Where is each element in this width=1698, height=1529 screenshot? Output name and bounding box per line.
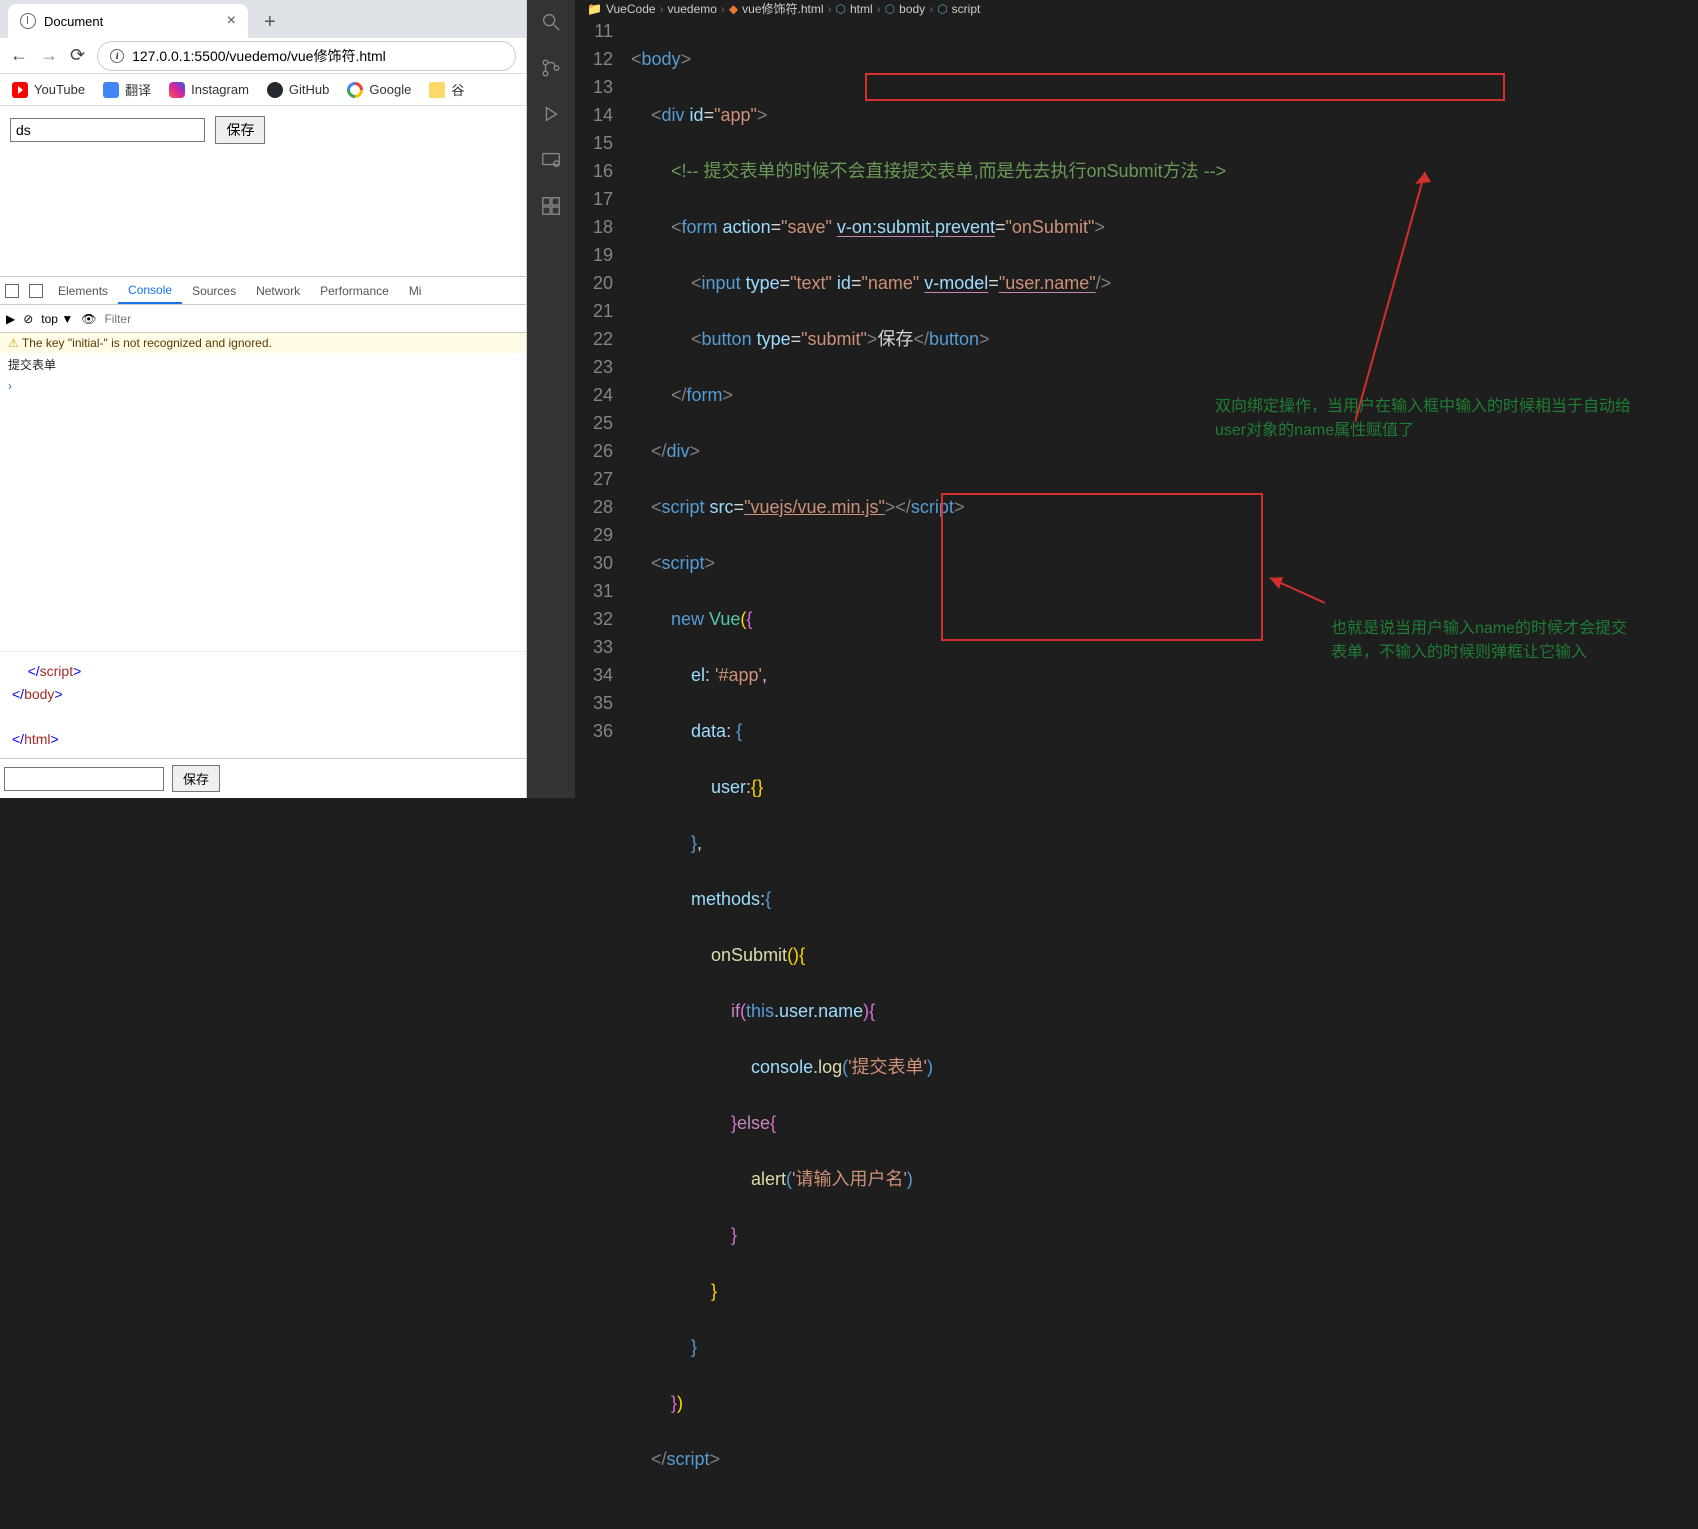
devtools-tabs: Elements Console Sources Network Perform… [0, 277, 526, 305]
bottom-save-button[interactable]: 保存 [172, 765, 220, 792]
source-control-icon[interactable] [539, 56, 563, 80]
bottom-input[interactable] [4, 767, 164, 791]
page-content: 保存 [0, 106, 526, 276]
filter-input[interactable] [104, 312, 520, 326]
reload-button[interactable]: ⟳ [70, 45, 85, 66]
bookmark-label: 谷 [451, 80, 464, 99]
console-log-line: 提交表单 [0, 353, 526, 376]
youtube-icon [12, 82, 28, 98]
bc-item[interactable]: script [952, 2, 981, 16]
forward-button[interactable]: → [40, 45, 58, 66]
play-icon[interactable]: ▶ [6, 312, 15, 326]
annotation-text-2: 也就是说当用户输入name的时候才会提交表单，不输入的时候则弹框让它输入 [1331, 617, 1631, 665]
tag-name: html [24, 731, 50, 747]
url-field[interactable]: i 127.0.0.1:5500/vuedemo/vue修饰符.html [97, 41, 516, 71]
bookmark-label: YouTube [34, 82, 85, 97]
devtools-panel: Elements Console Sources Network Perform… [0, 276, 526, 798]
tag-close: > [73, 663, 81, 679]
tag-name: body [24, 686, 54, 702]
activity-bar [527, 0, 575, 798]
bc-item[interactable]: vue修饰符.html [742, 0, 823, 17]
inspect-icon[interactable] [5, 284, 19, 298]
bookmark-google[interactable]: Google [347, 82, 411, 98]
bookmark-instagram[interactable]: Instagram [169, 82, 249, 98]
bottom-form: 保存 [0, 758, 526, 798]
tab-console[interactable]: Console [118, 277, 182, 304]
bc-item[interactable]: VueCode [606, 2, 656, 16]
tag-close: > [54, 686, 62, 702]
close-icon[interactable]: × [227, 12, 236, 30]
console-output: The key "initial-" is not recognized and… [0, 333, 526, 396]
google-icon [347, 82, 363, 98]
tag-open: </ [12, 731, 24, 747]
line-gutter: 1112131415161718192021222324252627282930… [575, 17, 631, 1529]
bookmark-youtube[interactable]: YouTube [12, 82, 85, 98]
back-button[interactable]: ← [10, 45, 28, 66]
instagram-icon [169, 82, 185, 98]
browser-tab[interactable]: Document × [8, 4, 248, 38]
url-text: 127.0.0.1:5500/vuedemo/vue修饰符.html [132, 46, 386, 66]
clear-icon[interactable]: ⊘ [23, 312, 33, 326]
info-icon[interactable]: i [110, 49, 124, 63]
translate-icon [103, 82, 119, 98]
extensions-icon[interactable] [539, 194, 563, 218]
bc-item[interactable]: vuedemo [668, 2, 717, 16]
new-tab-button[interactable]: + [256, 7, 284, 38]
bookmark-label: Instagram [191, 82, 249, 97]
save-button[interactable]: 保存 [215, 116, 265, 144]
address-bar: ← → ⟳ i 127.0.0.1:5500/vuedemo/vue修饰符.ht… [0, 38, 526, 74]
bookmark-github[interactable]: GitHub [267, 82, 329, 98]
remote-icon[interactable] [539, 148, 563, 172]
tab-network[interactable]: Network [246, 277, 310, 304]
tab-sources[interactable]: Sources [182, 277, 246, 304]
device-icon[interactable] [29, 284, 43, 298]
tag-name: script [40, 663, 73, 679]
tag-open: </ [12, 686, 24, 702]
tab-title: Document [44, 14, 103, 29]
username-input[interactable] [10, 118, 205, 142]
code-area: 📁VueCode ›vuedemo ›◆ vue修饰符.html ›⬡ html… [575, 0, 1698, 798]
tab-performance[interactable]: Performance [310, 277, 399, 304]
debug-icon[interactable] [539, 102, 563, 126]
github-icon [267, 82, 283, 98]
tab-elements[interactable]: Elements [48, 277, 118, 304]
eye-icon[interactable]: 👁 [81, 312, 96, 326]
bookmark-translate[interactable]: 翻译 [103, 80, 151, 99]
bc-item[interactable]: body [899, 2, 925, 16]
bookmarks-bar: YouTube 翻译 Instagram GitHub Google 谷 [0, 74, 526, 106]
search-icon[interactable] [539, 10, 563, 34]
console-warning: The key "initial-" is not recognized and… [0, 333, 526, 353]
folder-icon [429, 82, 445, 98]
context-selector[interactable]: top ▼ [41, 312, 73, 326]
console-prompt[interactable]: › [0, 376, 526, 396]
bc-item[interactable]: html [850, 2, 873, 16]
chrome-browser: Document × + ← → ⟳ i 127.0.0.1:5500/vued… [0, 0, 527, 798]
tag-open: </ [28, 663, 40, 679]
tab-more[interactable]: Mi [399, 277, 432, 304]
tag-close: > [51, 731, 59, 747]
bookmark-label: Google [369, 82, 411, 97]
code-editor[interactable]: 1112131415161718192021222324252627282930… [575, 17, 1698, 1529]
bookmark-folder[interactable]: 谷 [429, 80, 464, 99]
vscode-editor: 📁VueCode ›vuedemo ›◆ vue修饰符.html ›⬡ html… [527, 0, 1698, 798]
browser-tab-bar: Document × + [0, 0, 526, 38]
annotation-text-1: 双向绑定操作，当用户在输入框中输入的时候相当于自动给user对象的name属性赋… [1215, 395, 1635, 443]
bookmark-label: GitHub [289, 82, 329, 97]
breadcrumb[interactable]: 📁VueCode ›vuedemo ›◆ vue修饰符.html ›⬡ html… [575, 0, 1698, 17]
console-toolbar: ▶ ⊘ top ▼ 👁 [0, 305, 526, 333]
code-lines: <body> <div id="app"> <!-- 提交表单的时候不会直接提交… [631, 17, 1698, 1529]
globe-icon [20, 13, 36, 29]
bookmark-label: 翻译 [125, 80, 151, 99]
elements-source: </script> </body> </html> [0, 651, 526, 758]
